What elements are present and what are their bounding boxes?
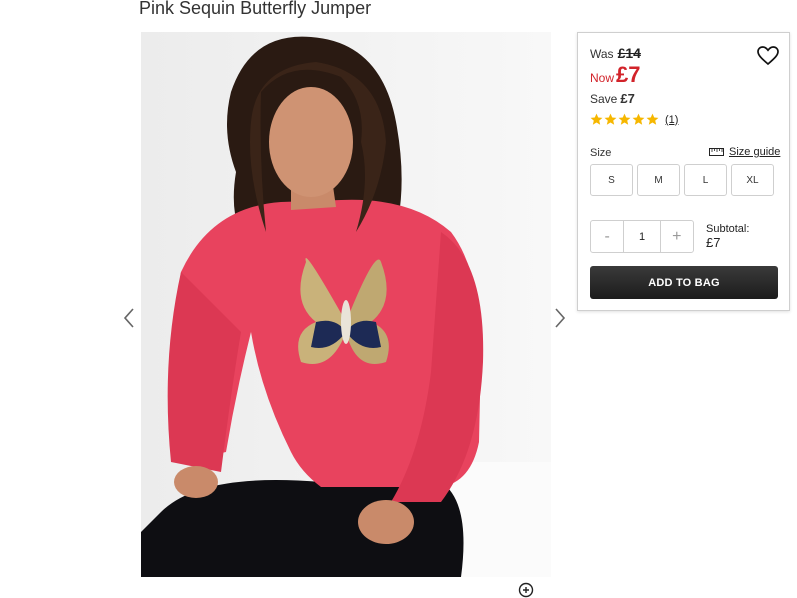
- save-amount: £7: [620, 91, 635, 106]
- now-price-row: Now£7: [590, 62, 641, 88]
- zoom-icon[interactable]: [518, 582, 534, 598]
- star-icon: [590, 113, 603, 125]
- quantity-decrease-button[interactable]: -: [591, 221, 623, 252]
- subtotal-amount: £7: [706, 235, 721, 250]
- star-icon: [618, 113, 631, 125]
- size-options: S M L XL: [590, 164, 778, 196]
- add-to-bag-button[interactable]: ADD TO BAG: [590, 266, 778, 299]
- was-label: Was: [590, 47, 614, 61]
- star-icon: [632, 113, 645, 125]
- size-option-s[interactable]: S: [590, 164, 633, 196]
- now-price: £7: [616, 62, 641, 87]
- size-label: Size: [590, 147, 612, 159]
- chevron-left-icon[interactable]: [122, 306, 136, 330]
- rating-stars[interactable]: (1): [590, 113, 678, 126]
- ruler-icon: [709, 148, 724, 156]
- now-label: Now: [590, 71, 615, 85]
- was-price-row: Was £14: [590, 45, 641, 61]
- product-photo-illustration: [141, 32, 551, 577]
- heart-icon[interactable]: [757, 46, 779, 66]
- quantity-increase-button[interactable]: +: [661, 221, 693, 252]
- was-price: £14: [617, 45, 641, 61]
- quantity-stepper: - 1 +: [590, 220, 694, 253]
- size-option-m[interactable]: M: [637, 164, 680, 196]
- save-label: Save: [590, 92, 618, 106]
- subtotal: Subtotal: £7: [706, 223, 749, 249]
- size-option-xl[interactable]: XL: [731, 164, 774, 196]
- purchase-panel: Was £14 Now£7 Save £7 (1) Size Size guide …: [577, 32, 790, 311]
- size-guide-link[interactable]: Size guide: [709, 146, 780, 158]
- save-row: Save £7: [590, 91, 635, 106]
- review-count-link[interactable]: (1): [665, 114, 678, 126]
- chevron-right-icon[interactable]: [553, 306, 567, 330]
- star-icon: [604, 113, 617, 125]
- quantity-value[interactable]: 1: [623, 221, 661, 252]
- size-guide-label: Size guide: [729, 146, 781, 158]
- product-title: Pink Sequin Butterfly Jumper: [139, 0, 372, 18]
- star-icon: [646, 113, 659, 125]
- product-image[interactable]: [141, 32, 551, 577]
- size-option-l[interactable]: L: [684, 164, 727, 196]
- subtotal-label: Subtotal:: [706, 223, 750, 235]
